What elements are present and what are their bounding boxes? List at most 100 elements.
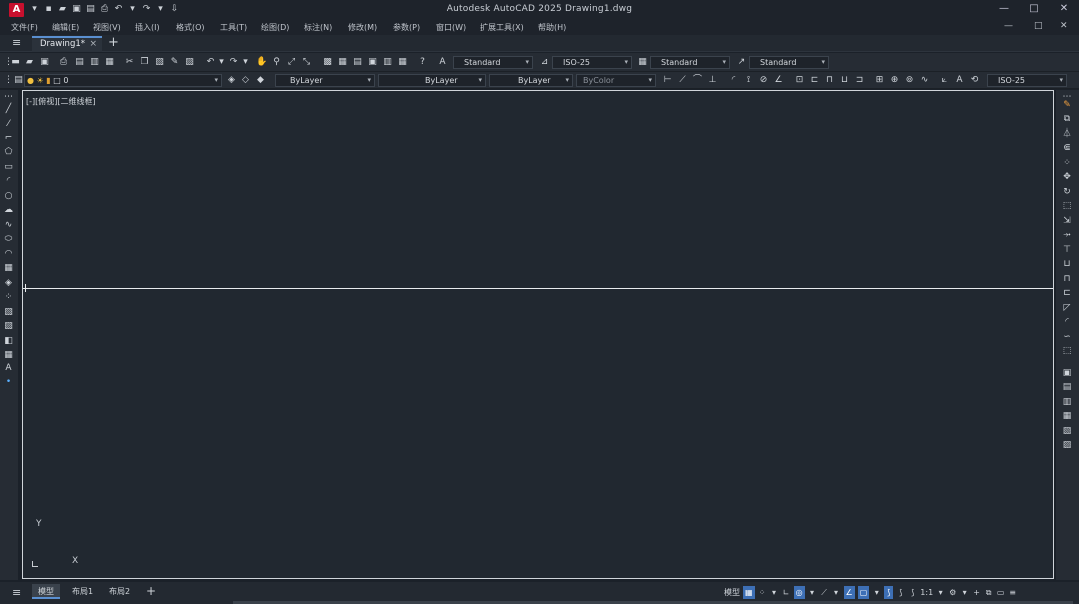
scale-icon[interactable]: ⬚ [1061,201,1073,212]
sheet-set-icon[interactable]: ▣ [367,57,378,68]
zoom-window-icon[interactable]: ⤢ [286,57,297,68]
layer-select[interactable]: ● ☀ ▮ □ 0 ▾ [24,74,222,87]
plot-icon[interactable]: ⎙ [58,57,69,68]
make-current-layer-icon[interactable]: ◈ [226,75,237,86]
rotate-icon[interactable]: ↻ [1061,187,1073,198]
units-icon[interactable]: ⧉ [984,586,993,599]
new-tab-button[interactable]: + [108,35,119,50]
open-icon[interactable]: ▰ [24,57,35,68]
tab-layout1[interactable]: 布局1 [66,584,99,599]
menu-tools[interactable]: 工具(T) [220,22,247,33]
add-selected-icon[interactable]: • [3,377,14,388]
add-layout-button[interactable]: + [140,584,162,599]
ellipse-arc-icon[interactable]: ◠ [3,249,14,260]
match-properties-icon[interactable]: ✎ [169,57,180,68]
menu-view[interactable]: 视图(V) [93,22,121,33]
lineweight-select[interactable]: ByLayer ▾ [489,74,573,87]
mleader-style-icon[interactable]: ↗ [736,57,747,68]
menu-file[interactable]: 文件(F) [11,22,38,33]
dim-style-select[interactable]: ISO-25 ▾ [552,56,632,69]
text-style-icon[interactable]: A [437,57,448,68]
explode-icon[interactable]: ⬚ [1061,346,1073,357]
radius-dim-icon[interactable]: ◜ [728,75,739,86]
object-snap-tracking-icon[interactable]: ∠ [843,586,855,599]
snap-mode-icon[interactable]: ⁘ [758,586,767,599]
workspace-gear-icon[interactable]: ⚙ [948,586,957,599]
menu-insert[interactable]: 插入(I) [135,22,160,33]
doc-restore-button[interactable]: □ [1034,21,1043,31]
line-icon[interactable]: ╱ [3,104,14,115]
redo-icon[interactable]: ↷ [228,57,239,68]
menu-edit[interactable]: 编辑(E) [52,22,79,33]
zoom-realtime-icon[interactable]: ⚲ [271,57,282,68]
text-to-front-icon[interactable]: ▧ [1061,426,1073,437]
publish-icon[interactable]: ▥ [89,57,100,68]
mleader-style-select[interactable]: Standard ▾ [749,56,829,69]
quick-dim-icon[interactable]: ⊡ [794,75,805,86]
region-icon[interactable]: ◧ [3,336,14,347]
linear-dim-icon[interactable]: ⊢ [662,75,673,86]
block-editor-icon[interactable]: ▨ [184,57,195,68]
tab-layout2[interactable]: 布局2 [103,584,136,599]
scale-dropdown-icon[interactable]: ▾ [936,586,945,599]
hatch-icon[interactable]: ▧ [3,307,14,318]
polar-tracking-icon[interactable]: ◎ [793,586,805,599]
close-button[interactable]: ✕ [1049,0,1079,20]
angular-dim-icon[interactable]: ∠ [773,75,784,86]
blend-curves-icon[interactable]: ∽ [1061,332,1073,343]
annotation-autoscale-icon[interactable]: ⟆ [896,586,905,599]
menu-parametric[interactable]: 参数(P) [393,22,420,33]
menu-dimension[interactable]: 标注(N) [304,22,332,33]
ordinate-dim-icon[interactable]: ⊥ [707,75,718,86]
break-icon[interactable]: ⊓ [1061,274,1073,285]
customize-status-icon[interactable]: ≡ [1008,586,1017,599]
aligned-dim-icon[interactable]: ⟋ [677,75,688,86]
model-space-toggle[interactable]: 模型 [724,586,740,599]
doc-close-button[interactable]: ✕ [1060,21,1068,31]
close-tab-icon[interactable]: × [89,38,97,51]
paste-icon[interactable]: ▧ [154,57,165,68]
spline-icon[interactable]: ∿ [3,220,14,231]
mirror-icon[interactable]: ⏃ [1061,129,1073,140]
arc-length-icon[interactable]: ⌒ [692,75,703,86]
offset-icon[interactable]: ⋐ [1061,143,1073,154]
trim-icon[interactable]: ⤞ [1061,230,1073,241]
diameter-dim-icon[interactable]: ⊘ [758,75,769,86]
drawing-canvas[interactable]: [-][俯视][二维线框] Y X [22,90,1054,579]
table-style-icon[interactable]: ▦ [637,57,648,68]
plotstyle-select[interactable]: ByColor ▾ [576,74,656,87]
zoom-previous-icon[interactable]: ⤡ [301,57,312,68]
redo-dropdown-icon[interactable]: ▾ [240,57,251,68]
jogged-dim-icon[interactable]: ⟟ [743,75,754,86]
linetype-select[interactable]: ByLayer ▾ [378,74,486,87]
gradient-icon[interactable]: ▨ [3,321,14,332]
array-icon[interactable]: ⁘ [1061,158,1073,169]
extend-icon[interactable]: ⊤ [1061,245,1073,256]
toolbar-grip-icon[interactable]: ⋯ [3,92,14,103]
stretch-icon[interactable]: ⇲ [1061,216,1073,227]
qnew-icon[interactable]: ▬ [10,57,21,68]
menu-modify[interactable]: 修改(M) [348,22,377,33]
tab-model[interactable]: 模型 [32,584,60,599]
rectangle-icon[interactable]: ▭ [3,162,14,173]
dim-space-icon[interactable]: ⊔ [839,75,850,86]
erase-icon[interactable]: ✎ [1061,100,1073,111]
dim-text-edit-icon[interactable]: A [954,75,965,86]
send-under-icon[interactable]: ▦ [1061,411,1073,422]
tool-palettes-icon[interactable]: ▤ [352,57,363,68]
snap-dropdown-icon[interactable]: ▾ [770,586,779,599]
dim-edit-icon[interactable]: ⟀ [939,75,950,86]
3d-print-icon[interactable]: ▦ [104,57,115,68]
revision-cloud-icon[interactable]: ☁ [3,205,14,216]
polar-dropdown-icon[interactable]: ▾ [808,586,817,599]
dim-style-icon[interactable]: ⊿ [539,57,550,68]
menu-format[interactable]: 格式(O) [176,22,205,33]
hatch-to-back-icon[interactable]: ▨ [1061,440,1073,451]
copy-object-icon[interactable]: ⧉ [1061,114,1073,125]
center-mark-icon[interactable]: ⊕ [889,75,900,86]
viewport-controls[interactable]: [-][俯视][二维线框] [26,96,96,107]
maximize-button[interactable]: □ [1019,0,1049,20]
annotation-scale-icon[interactable]: ⟆ [908,586,917,599]
draw-order-back-icon[interactable]: ▤ [1061,382,1073,393]
break-at-point-icon[interactable]: ⊔ [1061,259,1073,270]
